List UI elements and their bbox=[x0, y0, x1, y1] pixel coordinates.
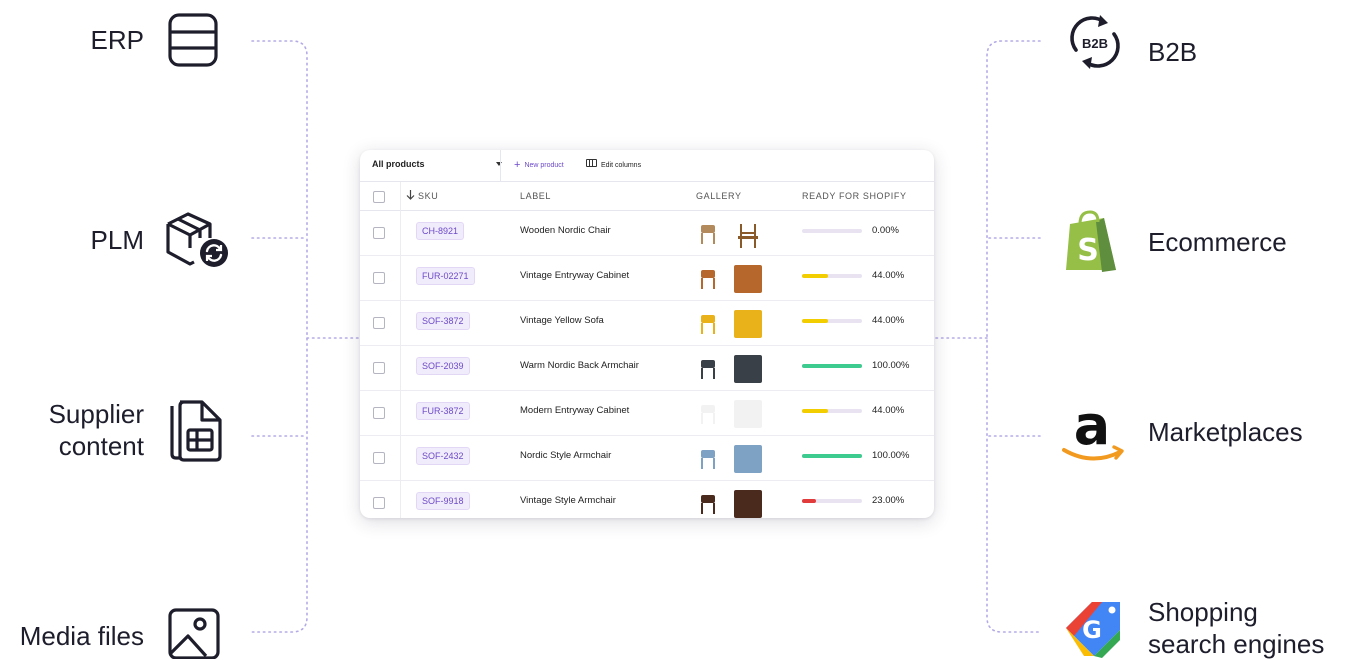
ready-progress-bar bbox=[802, 409, 862, 413]
google-shopping-icon: G bbox=[1066, 602, 1120, 658]
row-checkbox[interactable] bbox=[373, 317, 385, 329]
ready-progress-fill bbox=[802, 499, 816, 503]
row-checkbox[interactable] bbox=[373, 227, 385, 239]
table-row[interactable]: SOF-2039 Warm Nordic Back Armchair 100.0… bbox=[360, 346, 934, 391]
table-row[interactable]: CH-8921 Wooden Nordic Chair 0.00% bbox=[360, 211, 934, 256]
product-thumbnail bbox=[734, 490, 762, 518]
source-label: PLM bbox=[90, 225, 144, 255]
ready-progress-fill bbox=[802, 319, 829, 323]
image-icon bbox=[168, 608, 220, 659]
product-table-card: All products + New product Edit columns S… bbox=[360, 150, 934, 518]
svg-text:S: S bbox=[1077, 233, 1099, 268]
ready-progress-bar bbox=[802, 454, 862, 458]
table-row[interactable]: SOF-9918 Vintage Style Armchair 23.00% bbox=[360, 481, 934, 518]
ready-progress-fill bbox=[802, 364, 862, 368]
product-thumbnail-small bbox=[701, 225, 715, 244]
product-thumbnail bbox=[734, 310, 762, 338]
sku-tag[interactable]: SOF-3872 bbox=[416, 312, 470, 330]
product-thumbnail-small bbox=[701, 360, 715, 379]
row-checkbox[interactable] bbox=[373, 452, 385, 464]
row-checkbox[interactable] bbox=[373, 272, 385, 284]
sku-column-header[interactable]: SKU bbox=[406, 182, 438, 210]
channel-label: Ecommerce bbox=[1148, 227, 1287, 257]
document-table-icon bbox=[170, 400, 222, 462]
ready-column-header[interactable]: READY FOR SHOPIFY bbox=[802, 182, 907, 210]
ready-progress-bar bbox=[802, 229, 862, 233]
ready-progress-bar bbox=[802, 499, 862, 503]
product-thumbnail-small bbox=[701, 450, 715, 469]
toolbar-divider bbox=[500, 150, 501, 181]
product-label: Wooden Nordic Chair bbox=[520, 225, 611, 236]
b2b-sync-icon: B2B bbox=[1070, 15, 1120, 69]
columns-icon bbox=[586, 159, 597, 167]
product-label: Vintage Yellow Sofa bbox=[520, 315, 604, 326]
row-checkbox[interactable] bbox=[373, 407, 385, 419]
product-label: Vintage Style Armchair bbox=[520, 495, 616, 506]
source-label: Supplier content bbox=[48, 399, 144, 461]
shopify-icon: S bbox=[1066, 210, 1116, 272]
sku-tag[interactable]: FUR-3872 bbox=[416, 402, 470, 420]
product-thumbnail-small bbox=[701, 405, 715, 424]
table-header: SKU LABEL GALLERY READY FOR SHOPIFY bbox=[360, 182, 934, 211]
plus-icon: + bbox=[514, 159, 521, 171]
sku-tag[interactable]: SOF-2039 bbox=[416, 357, 470, 375]
edit-columns-button[interactable]: Edit columns bbox=[586, 159, 641, 171]
table-row[interactable]: FUR-02271 Vintage Entryway Cabinet 44.00… bbox=[360, 256, 934, 301]
ready-percentage: 44.00% bbox=[872, 315, 905, 326]
product-thumbnail bbox=[734, 445, 762, 473]
channel-label: Marketplaces bbox=[1148, 417, 1303, 447]
product-thumbnail bbox=[734, 220, 762, 248]
product-thumbnail-small bbox=[701, 495, 715, 514]
table-row[interactable]: SOF-3872 Vintage Yellow Sofa 44.00% bbox=[360, 301, 934, 346]
product-thumbnail bbox=[734, 400, 762, 428]
table-row[interactable]: SOF-2432 Nordic Style Armchair 100.00% bbox=[360, 436, 934, 481]
ready-progress-bar bbox=[802, 319, 862, 323]
caret-down-icon bbox=[496, 162, 502, 166]
sku-tag[interactable]: FUR-02271 bbox=[416, 267, 475, 285]
channel-label: B2B bbox=[1148, 37, 1198, 67]
sku-tag[interactable]: SOF-9918 bbox=[416, 492, 470, 510]
sort-down-icon bbox=[406, 190, 415, 200]
svg-text:G: G bbox=[1082, 616, 1102, 644]
sku-tag[interactable]: CH-8921 bbox=[416, 222, 465, 240]
ready-percentage: 44.00% bbox=[872, 405, 905, 416]
ready-progress-fill bbox=[802, 454, 862, 458]
ready-percentage: 0.00% bbox=[872, 225, 899, 236]
product-thumbnail bbox=[734, 355, 762, 383]
new-product-button[interactable]: + New product bbox=[514, 159, 564, 171]
ready-progress-fill bbox=[802, 409, 829, 413]
database-icon bbox=[168, 13, 218, 67]
svg-text:a: a bbox=[1074, 398, 1110, 457]
channel-label: Shopping search engines bbox=[1148, 597, 1325, 659]
product-thumbnail-small bbox=[701, 315, 715, 334]
ready-progress-bar bbox=[802, 364, 862, 368]
source-label: ERP bbox=[90, 25, 144, 55]
ready-percentage: 23.00% bbox=[872, 495, 905, 506]
product-label: Modern Entryway Cabinet bbox=[520, 405, 630, 416]
box-sync-icon bbox=[166, 212, 228, 267]
source-label: Media files bbox=[19, 621, 144, 651]
row-checkbox[interactable] bbox=[373, 362, 385, 374]
svg-text:B2B: B2B bbox=[1082, 36, 1108, 51]
product-label: Warm Nordic Back Armchair bbox=[520, 360, 639, 371]
sku-tag[interactable]: SOF-2432 bbox=[416, 447, 470, 465]
product-thumbnail bbox=[734, 265, 762, 293]
product-label: Vintage Entryway Cabinet bbox=[520, 270, 630, 281]
label-column-header[interactable]: LABEL bbox=[520, 182, 551, 210]
select-all-checkbox[interactable] bbox=[373, 191, 385, 203]
row-checkbox[interactable] bbox=[373, 497, 385, 509]
gallery-column-header[interactable]: GALLERY bbox=[696, 182, 742, 210]
amazon-icon: a bbox=[1062, 398, 1124, 461]
table-toolbar: All products + New product Edit columns bbox=[360, 150, 934, 182]
ready-percentage: 100.00% bbox=[872, 450, 910, 461]
ready-progress-fill bbox=[802, 274, 829, 278]
ready-progress-bar bbox=[802, 274, 862, 278]
table-row[interactable]: FUR-3872 Modern Entryway Cabinet 44.00% bbox=[360, 391, 934, 436]
product-thumbnail-small bbox=[701, 270, 715, 289]
view-select[interactable]: All products bbox=[372, 150, 502, 181]
ready-percentage: 100.00% bbox=[872, 360, 910, 371]
product-label: Nordic Style Armchair bbox=[520, 450, 612, 461]
ready-percentage: 44.00% bbox=[872, 270, 905, 281]
